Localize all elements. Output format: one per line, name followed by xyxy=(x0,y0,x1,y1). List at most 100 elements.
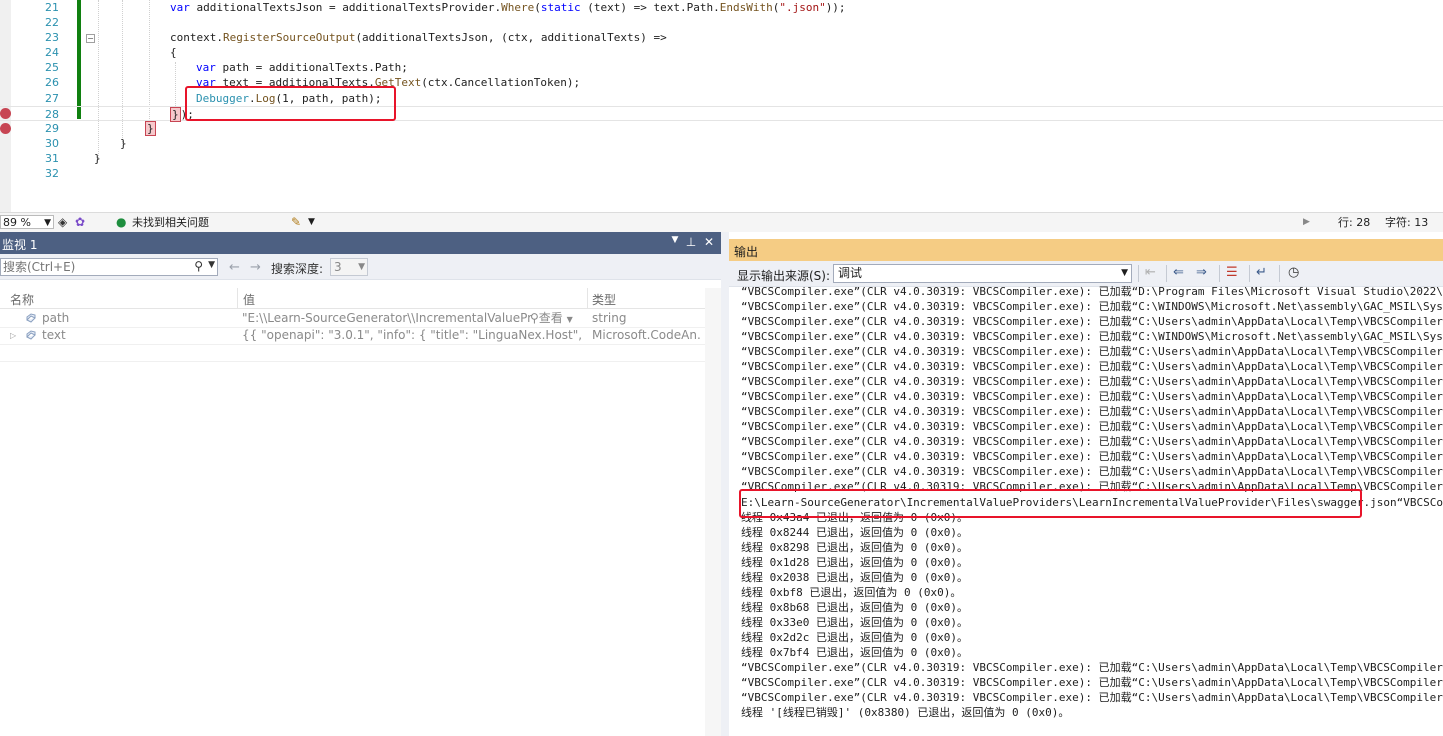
search-previous-icon[interactable]: ← xyxy=(229,260,240,275)
line-number: 22 xyxy=(45,16,59,29)
code-line[interactable]: 25 var path = additionalTexts.Path; xyxy=(0,60,1443,75)
output-line: 线程 '[线程已销毁]' (0x8380) 已退出，返回值为 0 (0x0)。 xyxy=(741,706,1070,719)
code-line[interactable]: 21 var additionalTextsJson = additionalT… xyxy=(0,0,1443,15)
code-line[interactable]: 22 xyxy=(0,15,1443,30)
output-line: “VBCSCompiler.exe”(CLR v4.0.30319: VBCSC… xyxy=(741,465,1443,478)
watch-row-name: text xyxy=(42,328,66,342)
output-line: “VBCSCompiler.exe”(CLR v4.0.30319: VBCSC… xyxy=(741,691,1443,704)
breakpoint-icon[interactable] xyxy=(0,123,11,134)
output-line: “VBCSCompiler.exe”(CLR v4.0.30319: VBCSC… xyxy=(741,390,1443,403)
output-line: 线程 0x8298 已退出，返回值为 0 (0x0)。 xyxy=(741,541,968,554)
output-line: “VBCSCompiler.exe”(CLR v4.0.30319: VBCSC… xyxy=(741,345,1443,358)
watch-search-input[interactable] xyxy=(1,259,185,275)
line-number: 26 xyxy=(45,76,59,89)
watch-panel: 监视 1 ▼ ⊥ ✕ ⚲ ▼ ← → 搜索深度: 3 ▼ 名称 值 类型 pat… xyxy=(0,232,722,736)
line-number: 28 xyxy=(45,108,59,121)
breakpoint-icon[interactable] xyxy=(0,108,11,119)
scroll-right-icon[interactable]: ▶ xyxy=(1303,216,1310,229)
code-line[interactable]: 24 { xyxy=(0,45,1443,60)
search-depth-select[interactable]: 3 ▼ xyxy=(330,258,368,276)
output-line: “VBCSCompiler.exe”(CLR v4.0.30319: VBCSC… xyxy=(741,330,1443,343)
search-icon[interactable]: ⚲ xyxy=(194,259,203,273)
output-line: 线程 0x33e0 已退出，返回值为 0 (0x0)。 xyxy=(741,616,968,629)
search-depth-value: 3 xyxy=(334,260,342,274)
chevron-down-icon: ▼ xyxy=(1121,268,1128,278)
line-number: 23 xyxy=(45,31,59,44)
code-text: var additionalTextsJson = additionalText… xyxy=(170,1,846,14)
close-icon[interactable]: ✕ xyxy=(702,235,716,249)
code-editor[interactable]: − 21 var additionalTextsJson = additiona… xyxy=(0,0,1443,212)
line-number: 25 xyxy=(45,61,59,74)
find-message-icon[interactable]: ⇤ xyxy=(1145,265,1156,281)
watch-title-bar[interactable]: 监视 1 ▼ ⊥ ✕ xyxy=(0,232,721,254)
line-number: 29 xyxy=(45,122,59,135)
brush-icon[interactable]: ✎ xyxy=(291,216,301,229)
watch-search-box[interactable]: ⚲ ▼ xyxy=(0,258,218,276)
pin-icon[interactable]: ⊥ xyxy=(684,235,698,249)
column-header-type[interactable]: 类型 xyxy=(592,291,616,308)
output-line: 线程 0x8244 已退出，返回值为 0 (0x0)。 xyxy=(741,526,968,539)
next-message-icon[interactable]: ⇒ xyxy=(1196,265,1207,281)
expand-icon[interactable]: ▷ xyxy=(10,327,16,344)
variable-icon xyxy=(26,330,36,340)
output-line: “VBCSCompiler.exe”(CLR v4.0.30319: VBCSC… xyxy=(741,300,1443,313)
watch-row-value[interactable]: "E:\\Learn-SourceGenerator\\IncrementalV… xyxy=(242,310,532,327)
chevron-down-icon[interactable]: ▼ xyxy=(208,260,215,270)
watch-row-value[interactable]: {{ "openapi": "3.0.1", "info": { "title"… xyxy=(242,327,587,344)
output-line: “VBCSCompiler.exe”(CLR v4.0.30319: VBCSC… xyxy=(741,375,1443,388)
view-label: 查看 xyxy=(538,311,563,325)
variable-icon xyxy=(26,313,36,323)
column-divider[interactable] xyxy=(237,288,238,308)
column-header-name[interactable]: 名称 xyxy=(10,291,34,308)
issues-status[interactable]: 未找到相关问题 xyxy=(132,216,209,229)
watch-row[interactable]: ▷ text {{ "openapi": "3.0.1", "info": { … xyxy=(0,327,705,345)
zoom-select[interactable]: 89 % ▼ xyxy=(0,215,54,229)
output-line: “VBCSCompiler.exe”(CLR v4.0.30319: VBCSC… xyxy=(741,405,1443,418)
code-line[interactable]: 30 } xyxy=(0,136,1443,151)
view-visualizer-button[interactable]: ⚲查看 ▼ xyxy=(530,310,573,328)
search-icon: ⚲ xyxy=(530,311,539,325)
output-line: 线程 0xbf8 已退出，返回值为 0 (0x0)。 xyxy=(741,586,962,599)
chevron-down-icon: ▼ xyxy=(358,262,365,272)
watch-row-type: Microsoft.CodeAn... xyxy=(592,328,702,342)
output-source-label: 显示输出来源(S): xyxy=(737,269,831,283)
clear-all-icon[interactable]: ☰ xyxy=(1226,265,1238,281)
column-header-value[interactable]: 值 xyxy=(243,291,255,308)
code-text: } xyxy=(120,137,127,150)
output-line: “VBCSCompiler.exe”(CLR v4.0.30319: VBCSC… xyxy=(741,661,1443,674)
line-number: 24 xyxy=(45,46,59,59)
code-text: { xyxy=(170,46,177,59)
toolbar-divider xyxy=(1249,265,1250,282)
search-next-icon[interactable]: → xyxy=(250,260,261,275)
output-source-select[interactable]: 调试 ▼ xyxy=(833,264,1132,283)
chevron-down-icon: ▼ xyxy=(566,315,573,324)
copilot-icon[interactable]: ◈ xyxy=(58,216,67,229)
column-divider[interactable] xyxy=(587,288,588,308)
output-line: “VBCSCompiler.exe”(CLR v4.0.30319: VBCSC… xyxy=(741,435,1443,448)
code-line[interactable]: 31 } xyxy=(0,151,1443,166)
code-text: } xyxy=(145,121,156,136)
panel-splitter[interactable] xyxy=(721,232,729,736)
clock-icon[interactable]: ◷ xyxy=(1288,265,1299,281)
output-line: 线程 0x7bf4 已退出，返回值为 0 (0x0)。 xyxy=(741,646,968,659)
code-line[interactable]: 32 xyxy=(0,166,1443,181)
search-depth-label: 搜索深度: xyxy=(271,262,324,276)
output-title: 输出 xyxy=(734,245,759,259)
watch-search-toolbar: ⚲ ▼ ← → 搜索深度: 3 ▼ xyxy=(0,254,721,280)
watch-row-empty[interactable] xyxy=(0,344,705,362)
chevron-down-icon[interactable]: ▼ xyxy=(308,216,315,229)
code-line[interactable]: 23 context.RegisterSourceOutput(addition… xyxy=(0,30,1443,45)
watch-scrollbar[interactable] xyxy=(705,288,721,736)
intellicode-icon[interactable]: ✿ xyxy=(75,216,85,229)
watch-row-type: string xyxy=(592,311,627,325)
highlight-annotation xyxy=(185,86,396,121)
watch-row[interactable]: path "E:\\Learn-SourceGenerator\\Increme… xyxy=(0,310,705,328)
previous-message-icon[interactable]: ⇐ xyxy=(1173,265,1184,281)
output-title-bar[interactable]: 输出 xyxy=(729,239,1443,261)
word-wrap-icon[interactable]: ↵ xyxy=(1256,265,1267,281)
line-number: 21 xyxy=(45,1,59,14)
window-menu-icon[interactable]: ▼ xyxy=(668,235,682,245)
output-line: 线程 0x1d28 已退出，返回值为 0 (0x0)。 xyxy=(741,556,968,569)
code-line[interactable]: 29 } xyxy=(0,121,1443,136)
output-line: 线程 0x8b68 已退出，返回值为 0 (0x0)。 xyxy=(741,601,968,614)
